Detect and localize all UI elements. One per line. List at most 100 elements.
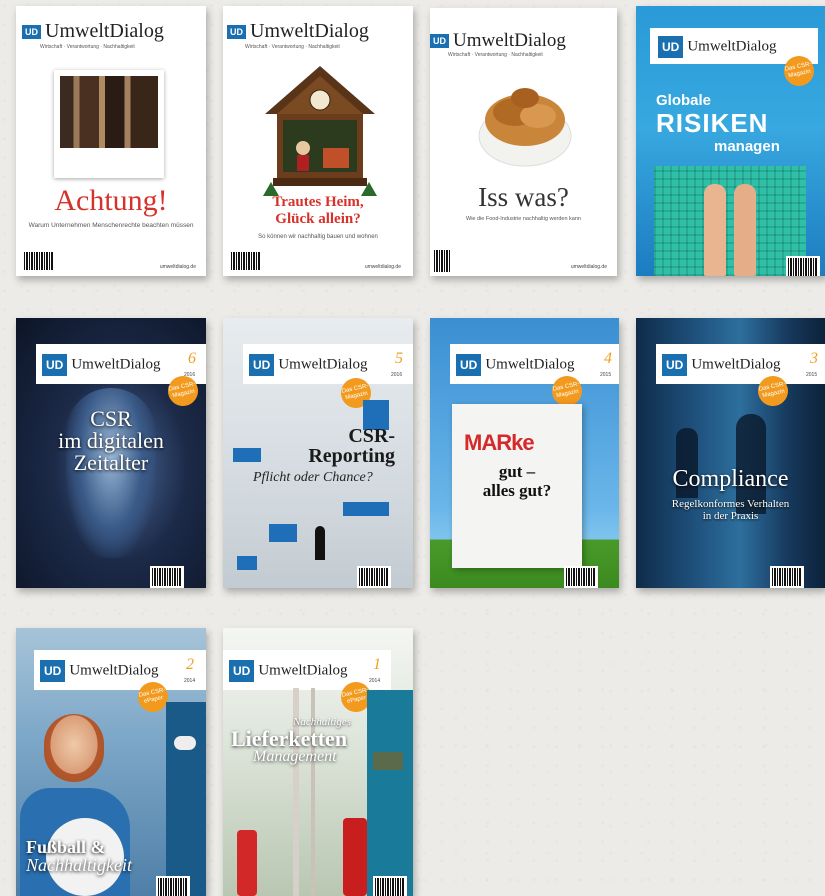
ud-logo: UD xyxy=(227,24,246,39)
cover-title-line2: im digitalen xyxy=(58,428,164,453)
cover-title-line1: Fußball & xyxy=(26,837,106,857)
sidebar-thumbnail xyxy=(373,752,403,770)
magazine-cover-lieferketten[interactable]: UD UmweltDialog 1 2014 Das CSR-ePaper Na… xyxy=(223,628,413,896)
cover-subtitle: Warum Unternehmen Menschenrechte beachte… xyxy=(28,222,194,229)
barcode xyxy=(357,566,391,588)
issue-year: 2015 xyxy=(600,372,612,378)
cover-title: Achtung! xyxy=(54,184,168,217)
blue-panel xyxy=(343,502,389,516)
magazine-cover-globale-risiken[interactable]: UD UmweltDialog Das CSR-Magazin Globale … xyxy=(636,6,825,276)
ud-logo: UD xyxy=(42,354,68,376)
brand-name: UmweltDialog xyxy=(71,356,161,373)
issue-number: 6 xyxy=(188,350,196,367)
boy-face-image xyxy=(44,714,104,782)
cover-title: gut – alles gut? xyxy=(452,462,582,500)
cover-title: CSR im digitalen Zeitalter xyxy=(16,408,206,474)
issue-number: 4 xyxy=(604,350,612,367)
ud-logo: UD xyxy=(249,354,275,376)
barcode xyxy=(150,566,184,588)
issue-number: 5 xyxy=(395,350,403,367)
magazine-cover-trautes-heim[interactable]: UD UmweltDialog Wirtschaft · Verantwortu… xyxy=(223,6,413,276)
cover-title-line3: Zeitalter xyxy=(73,450,149,475)
site-url: umweltdialog.de xyxy=(570,264,607,270)
barcode xyxy=(770,566,804,588)
magazine-cover-compliance[interactable]: UD UmweltDialog 3 2015 Das CSR-Magazin C… xyxy=(636,318,825,588)
cover-subtitle: Wie die Food-Industrie nachhaltig werden… xyxy=(466,216,581,222)
barcode xyxy=(432,248,452,274)
barcode xyxy=(786,256,820,276)
cover-title-line3: managen xyxy=(714,138,780,155)
issue-year: 2016 xyxy=(391,372,403,378)
cover-title: Trautes Heim, Glück allein? xyxy=(223,194,413,228)
insect-bowl-image xyxy=(478,88,572,167)
cover-title: CSR- Reporting xyxy=(308,426,395,466)
cover-title: Fußball & Nachhaltigkeit xyxy=(26,838,132,874)
magazine-cover-fussball[interactable]: UD UmweltDialog 2 2014 Das CSR-ePaper Fu… xyxy=(16,628,206,896)
ud-logo: UD xyxy=(456,354,482,376)
cover-subtitle: So können wir nachhaltig bauen und wohne… xyxy=(258,234,378,240)
cover-title-line2: RISIKEN xyxy=(656,108,769,138)
red-spool-image xyxy=(343,818,367,896)
brand-name: UmweltDialog xyxy=(278,356,368,373)
magazine-cover-iss-was[interactable]: UD UmweltDialog Wirtschaft · Verantwortu… xyxy=(430,8,617,276)
brand-tagline: Wirtschaft · Verantwortung · Nachhaltigk… xyxy=(448,52,543,58)
site-url: umweltdialog.de xyxy=(159,264,196,270)
businessman-figure xyxy=(315,526,325,560)
cover-title-line3: Management xyxy=(253,748,337,765)
sidebar-contents-panel xyxy=(367,690,413,896)
cover-title-line2: Glück allein? xyxy=(275,211,361,227)
blue-panel xyxy=(233,448,261,462)
brand-name: UmweltDialog xyxy=(485,356,575,373)
brand-name: UmweltDialog xyxy=(453,30,566,51)
cover-subtitle-line1: Regelkonformes Verhalten xyxy=(671,498,790,510)
right-foot xyxy=(734,184,756,276)
brand-name: UmweltDialog xyxy=(687,38,777,55)
site-url: umweltdialog.de xyxy=(364,264,401,270)
cover-title-line1: CSR- xyxy=(348,425,395,447)
barcode xyxy=(156,876,190,896)
issue-year: 2015 xyxy=(806,372,818,378)
ud-logo: UD xyxy=(22,24,41,39)
cover-title-line1: MARke xyxy=(464,430,535,455)
cover-title-line2: Reporting xyxy=(308,445,395,467)
cover-title: Compliance xyxy=(672,466,789,492)
cover-title-line1: Globale xyxy=(656,92,712,109)
football-thumbnail xyxy=(174,736,196,750)
magazine-cover-csr-digital[interactable]: UD UmweltDialog 6 2016 Das CSR-Magazin C… xyxy=(16,318,206,588)
blue-panel xyxy=(269,524,297,542)
magazine-cover-csr-reporting[interactable]: UD UmweltDialog 5 2016 Das CSR-Magazin C… xyxy=(223,318,413,588)
cuckoo-clock-image xyxy=(263,66,377,196)
issue-number: 2 xyxy=(186,656,194,673)
tiles-floor-image xyxy=(654,166,806,276)
cover-subtitle: Pflicht oder Chance? xyxy=(253,470,373,485)
issue-year: 2014 xyxy=(369,678,381,684)
brand-tagline: Wirtschaft · Verantwortung · Nachhaltigk… xyxy=(40,44,135,50)
barcode xyxy=(229,250,263,272)
ud-logo: UD xyxy=(40,660,66,682)
sidebar-contents-panel xyxy=(166,702,206,896)
issue-number: 3 xyxy=(810,350,818,367)
magazine-cover-achtung[interactable]: UD UmweltDialog Wirtschaft · Verantwortu… xyxy=(16,6,206,276)
ud-logo: UD xyxy=(430,34,449,48)
cover-title-line3: alles gut? xyxy=(482,481,552,500)
brand-name: UmweltDialog xyxy=(69,662,159,679)
cover-title-line2: gut – xyxy=(498,462,536,481)
ud-logo: UD xyxy=(662,354,688,376)
ud-logo: UD xyxy=(229,660,255,682)
brand-name: UmweltDialog xyxy=(258,662,348,679)
magazine-cover-marke[interactable]: UD UmweltDialog 4 2015 Das CSR-Magazin M… xyxy=(430,318,619,588)
barcode xyxy=(373,876,407,896)
left-foot xyxy=(704,184,726,276)
issue-number: 1 xyxy=(373,656,381,673)
brand-name: UmweltDialog xyxy=(691,356,781,373)
brand-name: UmweltDialog xyxy=(250,20,369,42)
cover-title: Iss was? xyxy=(478,182,569,212)
prison-bars-image xyxy=(60,76,158,148)
barcode xyxy=(564,566,598,588)
cover-photo-frame xyxy=(54,70,164,178)
ud-logo: UD xyxy=(658,36,684,58)
cover-title-line1: Trautes Heim, xyxy=(272,194,364,210)
cover-subtitle-line2: in der Praxis xyxy=(702,510,759,522)
barcode xyxy=(22,250,56,272)
blue-panel xyxy=(237,556,257,570)
